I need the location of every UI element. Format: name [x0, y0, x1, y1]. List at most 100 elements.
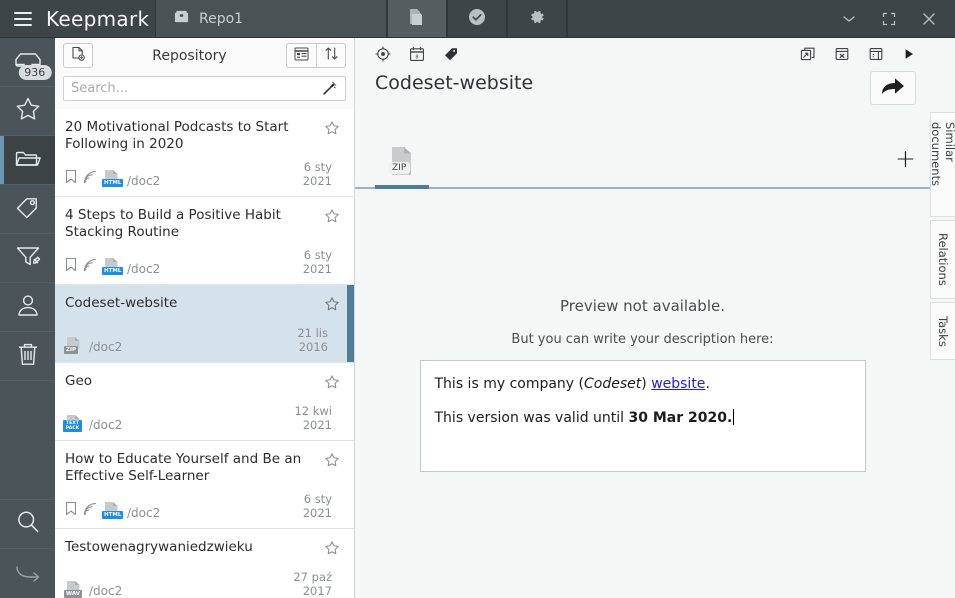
locate-icon[interactable] — [375, 46, 391, 62]
filetype-badge: TEXT PACK — [65, 414, 82, 432]
description-editor[interactable]: This is my company (Codeset) website. Th… — [420, 360, 866, 472]
sort-button[interactable] — [316, 43, 346, 68]
sidebar-item-filters[interactable] — [0, 234, 55, 283]
page-title: Codeset-website — [375, 69, 870, 94]
list-item[interactable]: How to Educate Yourself and Be an Effect… — [55, 441, 354, 529]
document-title: Codeset-website — [65, 295, 342, 312]
brand-area: Keepmark — [0, 0, 155, 37]
tab-settings[interactable] — [507, 0, 567, 37]
attachment-tab-label: ZIP — [388, 162, 410, 174]
sidebar-item-inbox[interactable]: 936 — [0, 38, 55, 87]
star-icon[interactable] — [324, 540, 340, 560]
bookmark-icon — [65, 257, 77, 276]
sidebar-item-redo[interactable] — [0, 549, 55, 598]
filetype-badge: WAV — [65, 580, 82, 598]
list-item[interactable]: 20 Motivational Podcasts to Start Follow… — [55, 109, 354, 197]
document-flags: HTML — [65, 501, 120, 520]
star-icon[interactable] — [324, 208, 340, 228]
document-date-year: 2017 — [293, 584, 332, 598]
star-icon — [14, 95, 42, 127]
document-date-year: 2016 — [297, 340, 328, 354]
tab-tasks-check[interactable] — [447, 0, 507, 37]
tab-relations[interactable]: Relations — [930, 220, 955, 299]
chevron-down-icon[interactable] — [839, 9, 859, 29]
calendar-icon[interactable]: 8 — [409, 46, 425, 62]
sidebar-item-trash[interactable] — [0, 332, 55, 381]
tag-icon[interactable] — [443, 46, 459, 62]
document-date: 12 kwi 2021 — [294, 404, 342, 432]
document-path: /doc2 — [127, 174, 160, 188]
person-icon — [15, 292, 41, 322]
description-prompt: But you can write your description here: — [511, 332, 773, 347]
add-attachment-button[interactable]: + — [895, 149, 916, 169]
document-date-day: 6 sty — [303, 160, 332, 174]
tab-repo1-label: Repo1 — [199, 11, 243, 27]
list-item[interactable]: Testowenagrywaniedzwieku WAV — [55, 529, 354, 598]
sidebar-item-search[interactable] — [0, 500, 55, 549]
icon-rail: 936 — [0, 38, 55, 598]
magnifier-icon — [14, 508, 42, 540]
desc-suffix: . — [705, 376, 709, 392]
desc-prefix: This is my company ( — [435, 376, 585, 392]
document-date-day: 12 kwi — [294, 404, 332, 418]
list-header: Repository — [55, 38, 354, 70]
list-item[interactable]: Geo TEXT PACK /do — [55, 363, 354, 441]
star-icon[interactable] — [324, 452, 340, 472]
fullscreen-icon[interactable] — [879, 9, 899, 29]
open-external-window-icon[interactable] — [800, 46, 816, 62]
close-window-icon[interactable] — [834, 46, 850, 62]
close-icon[interactable] — [919, 9, 939, 29]
document-list[interactable]: 20 Motivational Podcasts to Start Follow… — [55, 109, 354, 598]
list-view-button[interactable] — [286, 43, 316, 68]
document-path: /doc2 — [127, 506, 160, 520]
document-title: 4 Steps to Build a Positive Habit Stacki… — [65, 207, 342, 241]
sidebar-item-tags[interactable] — [0, 185, 55, 234]
description-line-1: This is my company (Codeset) website. — [435, 373, 851, 395]
document-date-day: 6 sty — [303, 492, 332, 506]
document-flags: ZIP — [65, 336, 82, 354]
document-flags: HTML — [65, 169, 120, 188]
tag-icon — [14, 194, 42, 224]
search-box[interactable] — [63, 76, 346, 101]
repository-icon — [174, 9, 189, 28]
new-document-button[interactable] — [63, 43, 93, 68]
desc-mid: ) — [641, 376, 651, 392]
hamburger-icon[interactable] — [14, 12, 32, 26]
search-input[interactable] — [71, 81, 320, 96]
tab-documents[interactable] — [387, 0, 447, 37]
rss-icon — [83, 169, 97, 188]
desc2-bold: 30 Mar 2020. — [629, 410, 733, 426]
document-path: /doc2 — [89, 584, 122, 598]
sidebar-item-repository[interactable] — [0, 136, 55, 185]
document-date: 6 sty 2021 — [303, 492, 342, 520]
sidebar-item-favorites[interactable] — [0, 87, 55, 136]
attachment-tab-zip[interactable]: ZIP — [375, 139, 429, 189]
document-flags: WAV — [65, 580, 82, 598]
document-date-year: 2021 — [303, 506, 332, 520]
star-icon[interactable] — [324, 296, 340, 316]
filetype-label: HTML — [102, 511, 123, 519]
magic-wand-icon[interactable] — [320, 81, 338, 96]
filetype-label: TEXT PACK — [63, 420, 82, 432]
tab-tasks[interactable]: Tasks — [930, 302, 955, 360]
tab-repo1[interactable]: Repo1 — [155, 0, 387, 37]
panel-window-icon[interactable] — [868, 46, 884, 62]
preview-area: Preview not available. But you can write… — [355, 189, 930, 598]
document-meta: ZIP /doc2 21 lis 2016 — [65, 326, 342, 354]
rss-icon — [83, 257, 97, 276]
play-icon[interactable] — [902, 47, 916, 61]
document-list-panel: Repository — [55, 38, 355, 598]
tab-similar-documents[interactable]: Similar documents — [930, 112, 955, 217]
sort-arrows-icon — [324, 46, 339, 65]
filetype-badge: HTML — [103, 501, 120, 519]
star-icon[interactable] — [324, 374, 340, 394]
share-button[interactable] — [870, 71, 916, 105]
list-item-selected[interactable]: Codeset-website ZIP — [55, 285, 354, 363]
documents-icon — [408, 7, 426, 31]
star-icon[interactable] — [324, 120, 340, 140]
document-date-year: 2021 — [303, 174, 332, 188]
sidebar-item-users[interactable] — [0, 283, 55, 332]
folder-icon — [13, 146, 43, 174]
website-link[interactable]: website — [651, 376, 705, 392]
list-item[interactable]: 4 Steps to Build a Positive Habit Stacki… — [55, 197, 354, 285]
